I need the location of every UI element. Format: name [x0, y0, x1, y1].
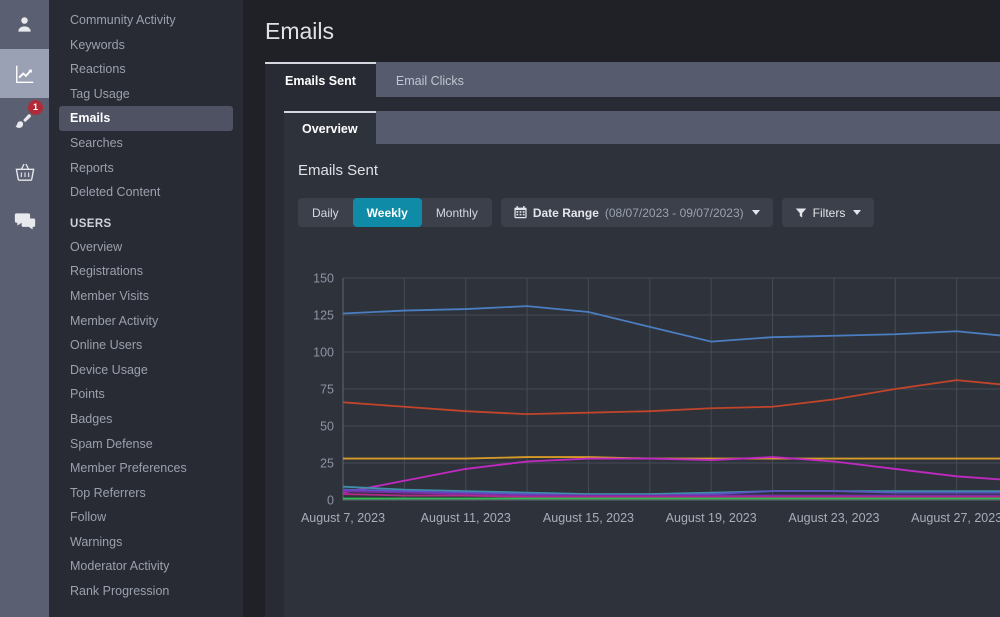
- brush-icon: [14, 112, 35, 133]
- card-title: Emails Sent: [298, 162, 379, 179]
- funnel-icon: [795, 207, 807, 219]
- svg-text:August 27, 2023: August 27, 2023: [911, 511, 1000, 525]
- chart-controls: Daily Weekly Monthly Date Range (08/07/2…: [298, 198, 1000, 227]
- rail-item-commerce[interactable]: [0, 147, 49, 196]
- chart-svg: 0 25 50 75 100 125 150 August 7, 2023 August 11,…: [301, 272, 1000, 525]
- sidebar-item-rank-progression[interactable]: Rank Progression: [59, 579, 233, 604]
- tab-overview[interactable]: Overview: [284, 111, 376, 144]
- svg-text:100: 100: [313, 346, 334, 360]
- svg-text:125: 125: [313, 309, 334, 323]
- date-range-label: Date Range: [532, 205, 599, 220]
- chevron-down-icon: [751, 210, 760, 215]
- svg-text:50: 50: [320, 420, 334, 434]
- rail-item-customization[interactable]: 1: [0, 98, 49, 147]
- sidebar-item-top-referrers[interactable]: Top Referrers: [59, 481, 233, 506]
- sidebar-item-searches[interactable]: Searches: [59, 131, 233, 156]
- sidebar-item-member-preferences[interactable]: Member Preferences: [59, 456, 233, 481]
- sidebar-item-tag-usage[interactable]: Tag Usage: [59, 82, 233, 107]
- sidebar-item-overview[interactable]: Overview: [59, 235, 233, 260]
- icon-rail: 1: [0, 0, 49, 617]
- sidebar-item-reactions[interactable]: Reactions: [59, 57, 233, 82]
- sidebar: Community Activity Keywords Reactions Ta…: [49, 0, 243, 617]
- secondary-tabbar: Overview: [284, 111, 1000, 144]
- main-content: Emails Emails Sent Email Clicks Overview…: [243, 0, 1000, 617]
- svg-text:August 19, 2023: August 19, 2023: [666, 511, 757, 525]
- emails-sent-card: Emails Sent Daily Weekly Monthly Date Ra…: [284, 144, 1000, 617]
- svg-text:75: 75: [320, 383, 334, 397]
- chat-icon: [14, 211, 36, 231]
- sidebar-item-moderator-activity[interactable]: Moderator Activity: [59, 554, 233, 579]
- chart-icon: [14, 63, 36, 85]
- user-icon: [15, 15, 34, 34]
- filters-button[interactable]: Filters: [781, 198, 875, 227]
- calendar-icon: [514, 206, 527, 219]
- sidebar-item-deleted-content[interactable]: Deleted Content: [59, 180, 233, 205]
- sidebar-item-device-usage[interactable]: Device Usage: [59, 358, 233, 383]
- rail-badge-count: 1: [28, 100, 43, 115]
- tab-emails-sent[interactable]: Emails Sent: [265, 62, 376, 97]
- sidebar-item-reports[interactable]: Reports: [59, 156, 233, 181]
- svg-text:0: 0: [327, 494, 334, 508]
- emails-sent-chart[interactable]: 0 25 50 75 100 125 150 August 7, 2023 August 11,…: [298, 270, 1000, 530]
- sidebar-item-emails[interactable]: Emails: [59, 106, 233, 131]
- interval-button-group: Daily Weekly Monthly: [298, 198, 492, 227]
- sidebar-item-keywords[interactable]: Keywords: [59, 33, 233, 58]
- sidebar-item-follow[interactable]: Follow: [59, 505, 233, 530]
- svg-text:150: 150: [313, 272, 334, 286]
- page-title: Emails: [265, 18, 335, 44]
- sidebar-item-registrations[interactable]: Registrations: [59, 259, 233, 284]
- sidebar-group-users: USERS: [70, 217, 112, 230]
- app-root: 1 Community Activity Keywords Reactions …: [0, 0, 1000, 617]
- date-range-button[interactable]: Date Range (08/07/2023 - 09/07/2023): [500, 198, 773, 227]
- interval-daily[interactable]: Daily: [298, 198, 353, 227]
- filters-label: Filters: [812, 205, 846, 220]
- chevron-down-icon: [853, 210, 862, 215]
- primary-tab-panel: Overview Emails Sent Daily Weekly Monthl…: [265, 97, 1000, 617]
- sidebar-item-member-visits[interactable]: Member Visits: [59, 284, 233, 309]
- tab-email-clicks[interactable]: Email Clicks: [376, 62, 484, 97]
- sidebar-item-spam-defense[interactable]: Spam Defense: [59, 432, 233, 457]
- sidebar-item-warnings[interactable]: Warnings: [59, 530, 233, 555]
- sidebar-item-points[interactable]: Points: [59, 382, 233, 407]
- rail-item-statistics[interactable]: [0, 49, 49, 98]
- svg-text:August 23, 2023: August 23, 2023: [788, 511, 879, 525]
- interval-weekly[interactable]: Weekly: [352, 198, 422, 227]
- date-range-value: (08/07/2023 - 09/07/2023): [604, 205, 744, 220]
- primary-tabbar: Emails Sent Email Clicks: [265, 62, 1000, 97]
- rail-item-user[interactable]: [0, 0, 49, 49]
- sidebar-item-community-activity[interactable]: Community Activity: [59, 8, 233, 33]
- svg-text:August 7, 2023: August 7, 2023: [301, 511, 385, 525]
- basket-icon: [14, 161, 36, 183]
- svg-text:25: 25: [320, 457, 334, 471]
- rail-item-community[interactable]: [0, 196, 49, 245]
- sidebar-item-badges[interactable]: Badges: [59, 407, 233, 432]
- svg-text:August 11, 2023: August 11, 2023: [421, 511, 511, 525]
- interval-monthly[interactable]: Monthly: [421, 198, 492, 227]
- sidebar-item-online-users[interactable]: Online Users: [59, 333, 233, 358]
- svg-text:August 15, 2023: August 15, 2023: [543, 511, 634, 525]
- sidebar-item-member-activity[interactable]: Member Activity: [59, 309, 233, 334]
